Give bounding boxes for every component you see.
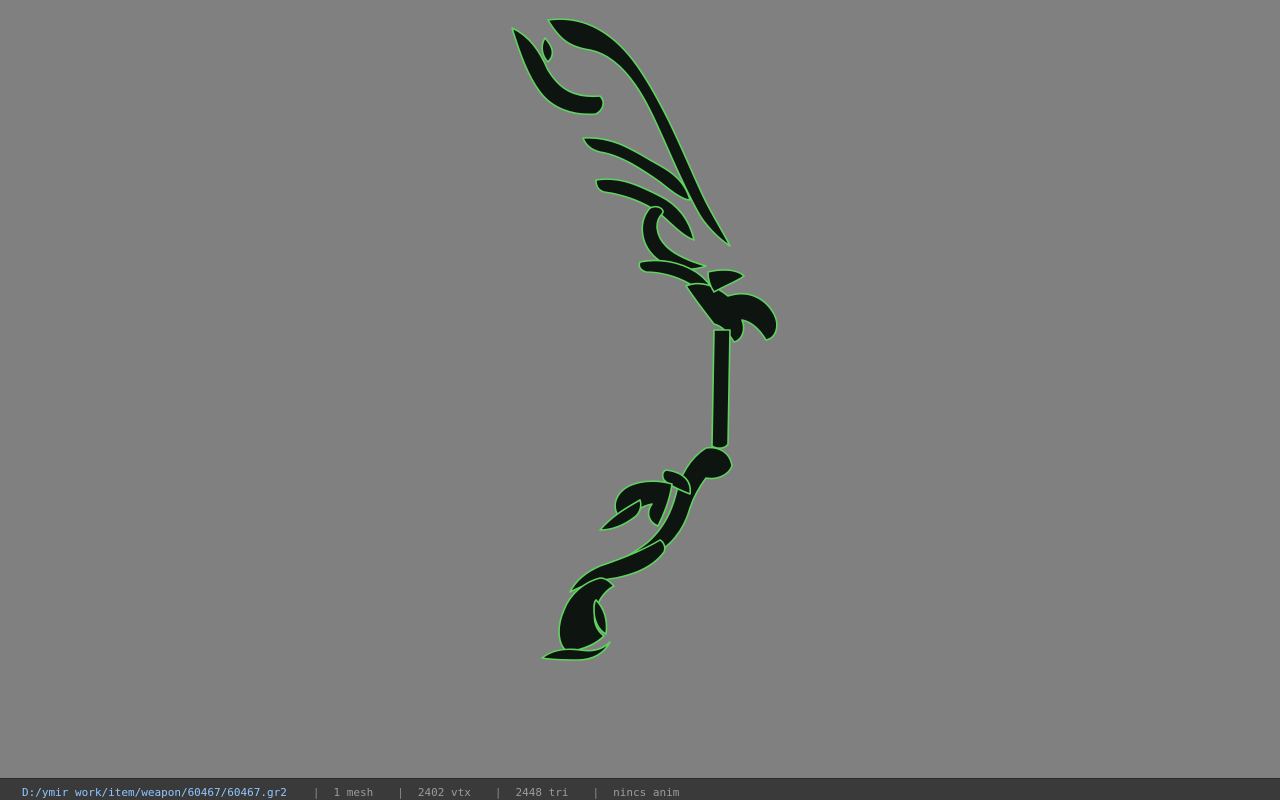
bow-grip-ornament: [685, 282, 778, 343]
bow-model: [511, 18, 778, 661]
bow-grip: [711, 329, 731, 449]
vertex-count-label: 2402 vtx: [417, 786, 471, 799]
triangle-count-label: 2448 tri: [515, 786, 569, 799]
model-viewport[interactable]: [0, 0, 1280, 778]
status-separator: |: [592, 786, 600, 799]
file-path-label: D:/ymir work/item/weapon/60467/60467.gr2: [22, 786, 287, 799]
mesh-count-label: 1 mesh: [333, 786, 374, 799]
bow-mesh: [511, 18, 778, 661]
status-separator: |: [312, 786, 320, 799]
bow-upper-blade: [547, 18, 731, 247]
status-bar: D:/ymir work/item/weapon/60467/60467.gr2…: [0, 778, 1280, 800]
bow-grip-wing: [707, 269, 745, 293]
status-separator: |: [494, 786, 502, 799]
status-separator: |: [397, 786, 404, 799]
bow-top-hook-inner: [541, 37, 554, 63]
animation-label: nincs anim: [613, 786, 680, 799]
